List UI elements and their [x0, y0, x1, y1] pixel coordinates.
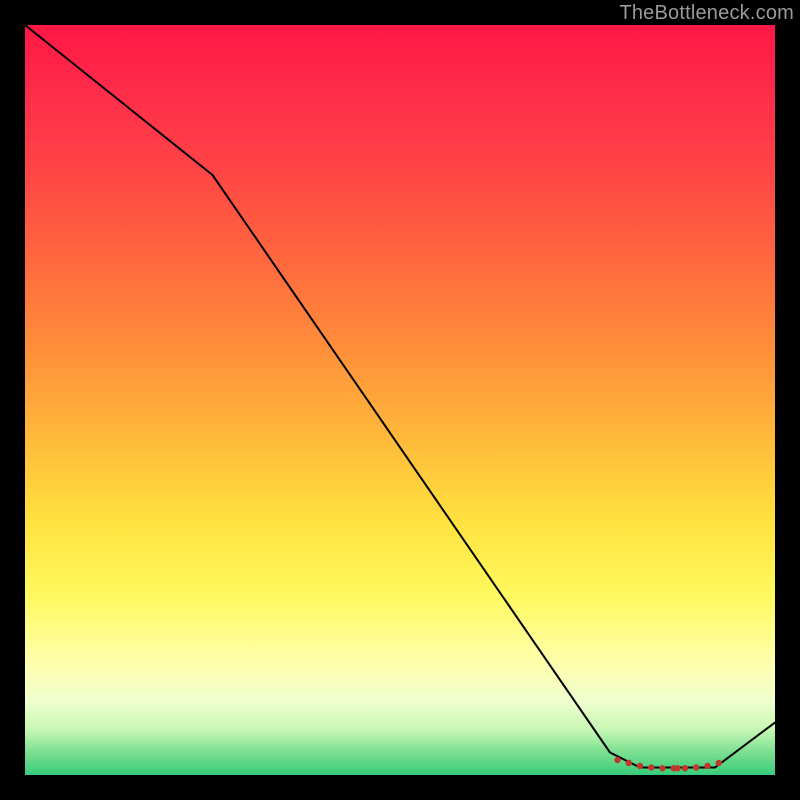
line-series: [25, 25, 775, 768]
watermark-text: TheBottleneck.com: [619, 2, 794, 25]
marker-dot: [716, 760, 722, 766]
marker-dot: [626, 760, 632, 766]
marker-dot: [674, 765, 680, 771]
marker-dot: [682, 765, 688, 771]
marker-dot: [659, 765, 665, 771]
bottleneck-curve-line: [25, 25, 775, 768]
marker-dot: [614, 757, 620, 763]
marker-dot: [648, 764, 654, 770]
plot-area: [25, 25, 775, 775]
marker-dot: [693, 764, 699, 770]
marker-dot: [704, 763, 710, 769]
chart-stage: TheBottleneck.com: [0, 0, 800, 800]
chart-svg: [25, 25, 775, 775]
optimal-range-markers: [614, 757, 722, 772]
marker-dot: [637, 763, 643, 769]
